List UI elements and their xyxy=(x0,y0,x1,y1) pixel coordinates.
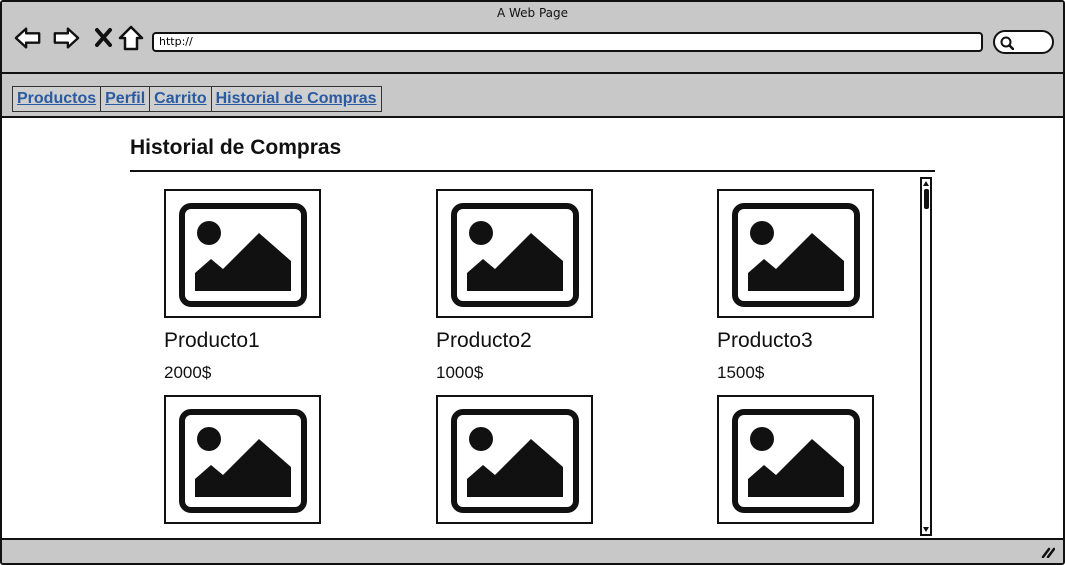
product-image[interactable] xyxy=(436,395,593,524)
product-image[interactable] xyxy=(717,189,874,318)
address-bar[interactable]: http:// xyxy=(152,32,983,52)
tab-productos[interactable]: Productos xyxy=(12,86,102,112)
home-icon[interactable] xyxy=(117,24,145,52)
browser-toolbar: A Web Page http:// xyxy=(2,2,1063,74)
status-bar xyxy=(2,538,1063,563)
tab-historial-de-compras[interactable]: Historial de Compras xyxy=(210,86,382,112)
product-image[interactable] xyxy=(164,189,321,318)
image-placeholder-icon xyxy=(179,409,307,513)
product-name: Producto3 xyxy=(717,329,813,352)
product-price: 1000$ xyxy=(436,363,484,382)
product-image[interactable] xyxy=(436,189,593,318)
scroll-up-icon[interactable] xyxy=(922,179,930,187)
nav-tab-bar: Productos Perfil Carrito Historial de Co… xyxy=(2,74,1063,118)
image-placeholder-icon xyxy=(179,203,307,307)
vertical-scrollbar[interactable] xyxy=(920,177,932,536)
tab-perfil[interactable]: Perfil xyxy=(100,86,151,112)
page-title: Historial de Compras xyxy=(130,136,342,159)
search-button[interactable] xyxy=(993,30,1054,54)
tab-carrito[interactable]: Carrito xyxy=(149,86,212,112)
scrollbar-thumb[interactable] xyxy=(924,189,929,209)
window-title: A Web Page xyxy=(496,6,569,20)
image-placeholder-icon xyxy=(451,203,579,307)
image-placeholder-icon xyxy=(732,409,860,513)
image-placeholder-icon xyxy=(451,409,579,513)
product-grid: Producto1 2000$ Producto2 1000$ Producto… xyxy=(130,174,920,538)
forward-arrow-icon[interactable] xyxy=(52,24,80,52)
product-name: Producto1 xyxy=(164,329,260,352)
image-placeholder-icon xyxy=(732,203,860,307)
title-divider xyxy=(130,170,935,172)
product-name: Producto2 xyxy=(436,329,532,352)
resize-grip-icon[interactable] xyxy=(1041,546,1055,558)
nav-tabs: Productos Perfil Carrito Historial de Co… xyxy=(12,86,382,112)
scroll-down-icon[interactable] xyxy=(922,526,930,534)
product-price: 1500$ xyxy=(717,363,765,382)
product-price: 2000$ xyxy=(164,363,212,382)
search-icon xyxy=(1000,36,1014,50)
back-arrow-icon[interactable] xyxy=(14,24,42,52)
browser-window: A Web Page http:// Productos Perfil Carr… xyxy=(0,0,1065,565)
close-icon[interactable] xyxy=(90,24,118,52)
product-image[interactable] xyxy=(717,395,874,524)
product-image[interactable] xyxy=(164,395,321,524)
